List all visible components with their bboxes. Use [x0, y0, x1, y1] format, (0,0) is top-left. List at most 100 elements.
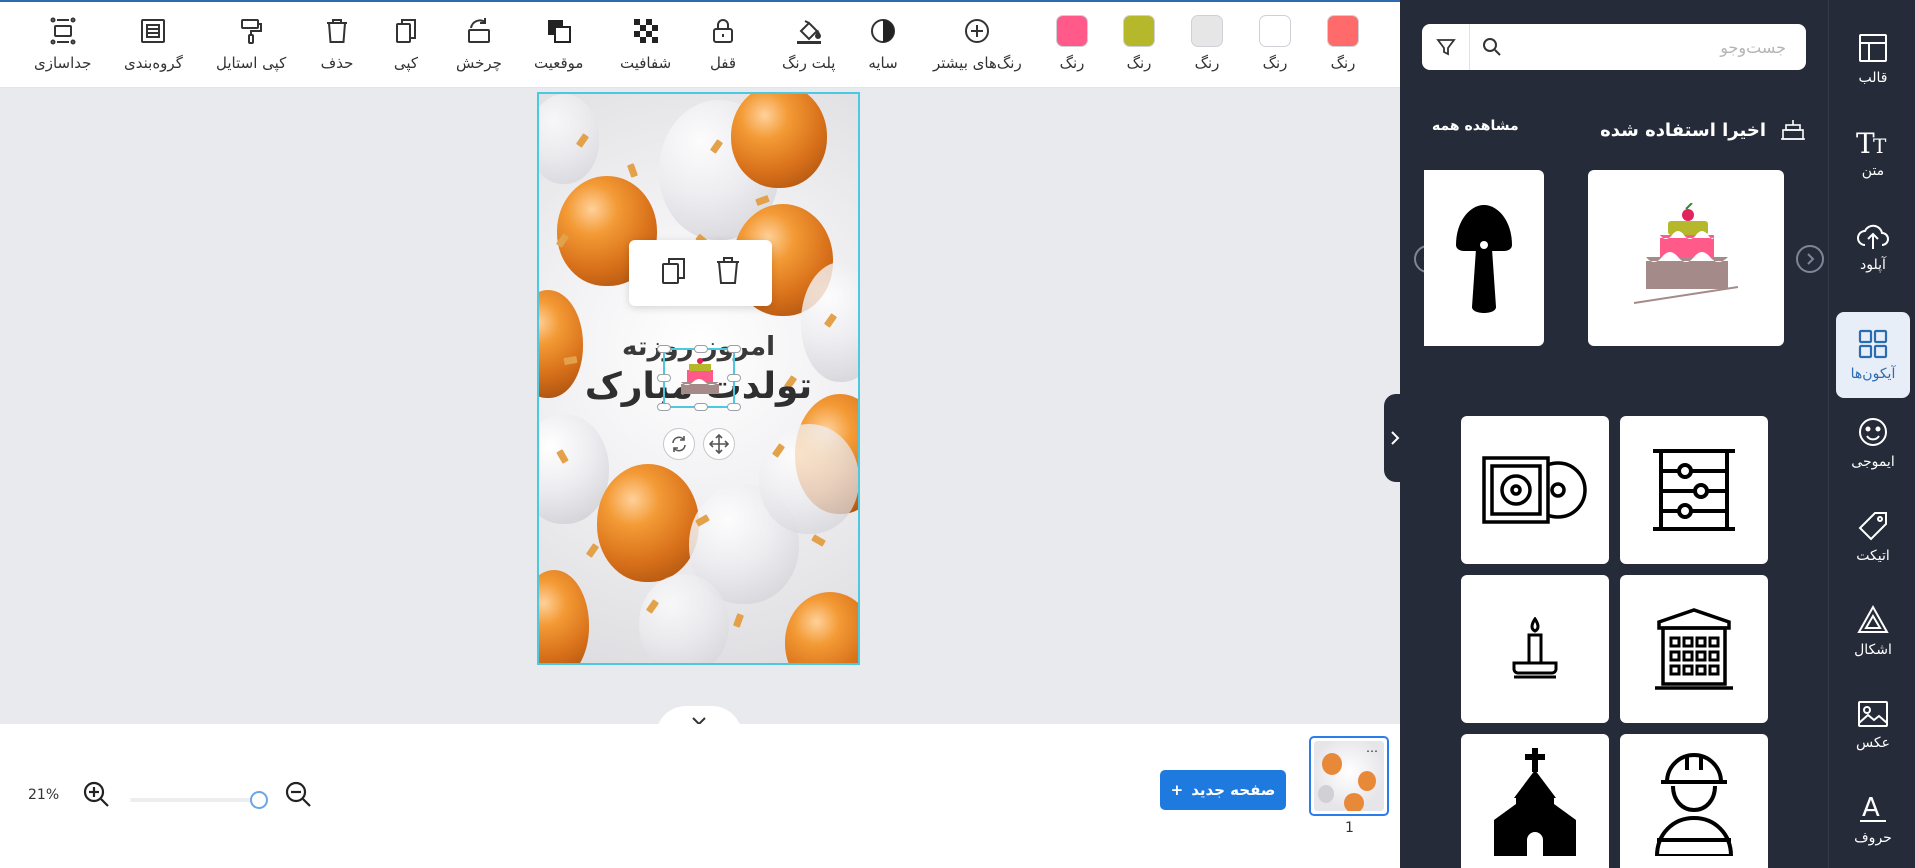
- ungroup-button[interactable]: جداسازی: [34, 14, 91, 72]
- rotate-handle[interactable]: [663, 428, 695, 460]
- top-toolbar: جداسازی گروه‌بندی کپی استایل حذف کپی چرخ…: [0, 0, 1400, 88]
- lock-icon: [706, 14, 740, 48]
- trash-icon: [320, 14, 354, 48]
- lock-label: قفل: [709, 54, 737, 72]
- nav-shapes-label: اشکال: [1854, 642, 1892, 658]
- new-page-button[interactable]: + صفحه جدید: [1160, 770, 1286, 810]
- duplicate-icon[interactable]: [660, 256, 688, 290]
- canvas-area: امروز روزته تولدت مبارک: [0, 88, 1400, 736]
- resize-handle[interactable]: [727, 403, 741, 411]
- shadow-button[interactable]: سایه: [866, 14, 900, 72]
- move-handle[interactable]: [703, 428, 735, 460]
- swatch-label-4: رنگ: [1262, 54, 1288, 72]
- nav-shapes[interactable]: اشکال: [1836, 588, 1910, 674]
- design-artboard[interactable]: امروز روزته تولدت مبارک: [537, 92, 860, 665]
- group-icon: [136, 14, 170, 48]
- nav-photo[interactable]: عکس: [1836, 682, 1910, 768]
- upload-icon: [1857, 224, 1889, 249]
- resize-handle[interactable]: [657, 345, 671, 353]
- nav-icons[interactable]: آیکون‌ها: [1836, 312, 1910, 398]
- nav-upload[interactable]: آپلود: [1836, 204, 1910, 290]
- page-thumbnail[interactable]: …: [1309, 736, 1389, 816]
- color-swatch-1[interactable]: رنگ: [1055, 14, 1089, 72]
- color-swatch-5[interactable]: رنگ: [1326, 14, 1360, 72]
- search-input[interactable]: [1512, 24, 1796, 70]
- cake-icon: [681, 358, 719, 394]
- resize-handle[interactable]: [727, 374, 741, 382]
- zoom-percentage: 21%: [28, 787, 60, 803]
- text-icon: TT: [1856, 127, 1887, 157]
- swatch-label-5: رنگ: [1330, 54, 1356, 72]
- selected-cake-element[interactable]: [657, 345, 741, 411]
- group-button[interactable]: گروه‌بندی: [124, 14, 183, 72]
- zoom-slider-track[interactable]: [130, 798, 260, 802]
- recent-icon-mushroom[interactable]: [1424, 170, 1544, 346]
- recent-icon-cake[interactable]: [1588, 170, 1784, 346]
- swatch-label-3: رنگ: [1194, 54, 1220, 72]
- icon-card-vinyl-record[interactable]: [1461, 416, 1609, 564]
- delete-button[interactable]: حذف: [320, 14, 354, 72]
- group-label: گروه‌بندی: [124, 54, 183, 72]
- svg-text:T: T: [1873, 134, 1887, 157]
- zoom-in-icon: [83, 781, 109, 807]
- rotate-button[interactable]: چرخش: [456, 14, 502, 72]
- nav-upload-label: آپلود: [1860, 257, 1886, 273]
- position-button[interactable]: موقعیت: [534, 14, 583, 72]
- thumbnail-menu-icon[interactable]: …: [1366, 741, 1378, 755]
- transparency-icon: [629, 14, 663, 48]
- nav-emoji[interactable]: ایموجی: [1836, 400, 1910, 486]
- resize-handle[interactable]: [727, 345, 741, 353]
- lock-button[interactable]: قفل: [706, 14, 740, 72]
- copy-label: کپی: [393, 54, 419, 72]
- orange-balloon: [539, 570, 589, 663]
- zoom-in-button[interactable]: [82, 780, 110, 808]
- color-palette-button[interactable]: پلت رنگ: [782, 14, 835, 72]
- emoji-icon: [1859, 418, 1887, 446]
- copy-button[interactable]: کپی: [389, 14, 423, 72]
- page-number: 1: [1345, 820, 1354, 836]
- transparency-label: شفافیت: [620, 54, 672, 72]
- zoom-slider-handle[interactable]: [250, 791, 268, 809]
- filter-button[interactable]: [1422, 24, 1470, 70]
- more-colors-button[interactable]: رنگ‌های بیشتر: [933, 14, 1022, 72]
- confetti: [811, 534, 826, 547]
- orange-balloon: [785, 592, 858, 663]
- zoom-out-button[interactable]: [284, 780, 312, 808]
- icon-card-candle[interactable]: [1461, 575, 1609, 723]
- resize-handle[interactable]: [657, 374, 671, 382]
- shadow-icon: [866, 14, 900, 48]
- orange-balloon: [597, 464, 699, 582]
- bottom-bar: 21% + صفحه جدید … 1: [0, 724, 1400, 868]
- copy-style-button[interactable]: کپی استایل: [216, 14, 286, 72]
- paint-bucket-icon: [792, 14, 826, 48]
- icon-card-worker[interactable]: [1620, 734, 1768, 868]
- shadow-label: سایه: [868, 54, 898, 72]
- trash-icon[interactable]: [715, 256, 741, 290]
- nav-letters-label: حروف: [1854, 830, 1892, 846]
- white-balloon: [759, 424, 858, 534]
- icon-card-building[interactable]: [1620, 575, 1768, 723]
- nav-text[interactable]: TT متن: [1836, 110, 1910, 196]
- ungroup-label: جداسازی: [34, 54, 92, 72]
- swatch-coral: [1327, 15, 1359, 47]
- color-swatch-3[interactable]: رنگ: [1190, 14, 1224, 72]
- resize-handle[interactable]: [657, 403, 671, 411]
- resize-handle[interactable]: [694, 345, 708, 353]
- color-swatch-2[interactable]: رنگ: [1122, 14, 1156, 72]
- resize-handle[interactable]: [694, 403, 708, 411]
- icon-card-church[interactable]: [1461, 734, 1609, 868]
- shapes-icon: [1857, 604, 1889, 633]
- nav-template[interactable]: قالب: [1836, 16, 1910, 102]
- transparency-button[interactable]: شفافیت: [620, 14, 671, 72]
- candle-icon: [1512, 617, 1558, 679]
- swatch-label-2: رنگ: [1126, 54, 1152, 72]
- carousel-next-button[interactable]: [1796, 245, 1824, 273]
- nav-photo-label: عکس: [1856, 735, 1890, 751]
- plus-icon: +: [1170, 781, 1184, 799]
- nav-sticker[interactable]: اتیکت: [1836, 494, 1910, 580]
- see-all-link[interactable]: مشاهده همه: [1432, 118, 1519, 134]
- color-swatch-4[interactable]: رنگ: [1258, 14, 1292, 72]
- more-colors-label: رنگ‌های بیشتر: [933, 54, 1022, 72]
- nav-letters[interactable]: A حروف: [1836, 776, 1910, 862]
- icon-card-abacus[interactable]: [1620, 416, 1768, 564]
